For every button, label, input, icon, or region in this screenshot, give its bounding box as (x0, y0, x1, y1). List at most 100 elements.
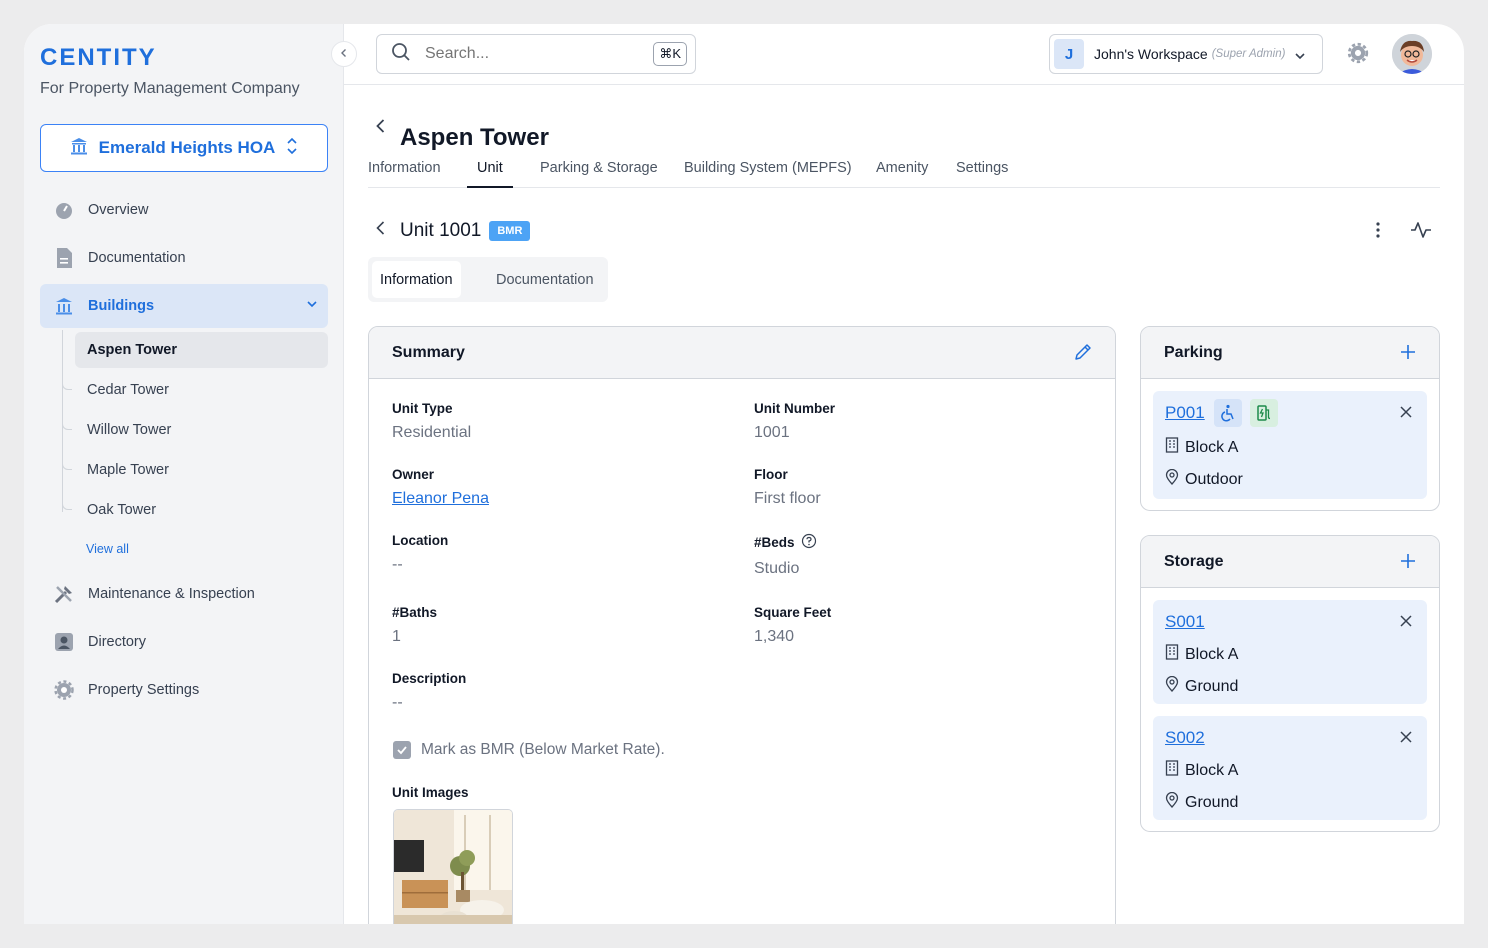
unit-title-text: Unit 1001 (400, 220, 482, 241)
nav-label: Buildings (88, 298, 155, 314)
help-icon[interactable] (801, 533, 817, 552)
owner-link[interactable]: Eleanor Pena (392, 490, 489, 508)
tab-settings[interactable]: Settings (956, 160, 1008, 188)
storage-header: Storage (1141, 536, 1439, 588)
building-item-aspen[interactable]: Aspen Tower (75, 332, 328, 368)
nav-directory[interactable]: Directory (40, 620, 328, 664)
activity-icon[interactable] (1410, 220, 1432, 245)
nav-label: Documentation (88, 250, 186, 266)
field-value: -- (392, 694, 403, 711)
building-label: Willow Tower (87, 422, 172, 438)
property-selector[interactable]: Emerald Heights HOA (40, 124, 328, 172)
tree-hook (62, 460, 72, 470)
view-all-link[interactable]: View all (86, 542, 129, 556)
checkbox-checked[interactable] (393, 741, 411, 759)
edit-pencil-icon[interactable] (1073, 342, 1093, 367)
nav-documentation[interactable]: Documentation (40, 236, 328, 280)
close-icon[interactable] (1399, 614, 1413, 633)
field-value: Residential (392, 424, 472, 441)
gear-icon[interactable] (1347, 42, 1369, 69)
parking-card: Parking P001 Block A Outdoor (1140, 326, 1440, 511)
bmr-checkbox-row[interactable]: Mark as BMR (Below Market Rate). (393, 741, 665, 759)
field-square-feet: Square Feet 1,340 (754, 605, 831, 646)
plus-icon[interactable] (1399, 343, 1417, 366)
nav-label: Directory (88, 634, 147, 650)
accessible-icon (1214, 399, 1242, 427)
nav-overview[interactable]: Overview (40, 188, 328, 232)
workspace-selector[interactable]: J John's Workspace (Super Admin) (1049, 34, 1323, 74)
close-icon[interactable] (1399, 405, 1413, 424)
tab-information[interactable]: Information (368, 160, 441, 188)
tab-building-system[interactable]: Building System (MEPFS) (684, 160, 852, 188)
chevron-updown-icon (285, 136, 299, 161)
building-item-maple[interactable]: Maple Tower (62, 452, 328, 488)
nav-label: Property Settings (88, 682, 200, 698)
workspace-role: (Super Admin) (1211, 48, 1286, 60)
back-arrow-icon[interactable] (374, 118, 388, 139)
storage-location: Ground (1165, 675, 1238, 697)
search-input[interactable] (425, 45, 635, 63)
workspace-name: John's Workspace (1094, 46, 1208, 62)
storage-card: Storage S001 Block A Ground S002 Block A (1140, 535, 1440, 832)
bmr-badge: BMR (489, 221, 531, 241)
back-arrow-icon[interactable] (374, 220, 388, 241)
nav-maintenance[interactable]: Maintenance & Inspection (40, 572, 328, 616)
storage-block: Block A (1165, 760, 1238, 781)
location-text: Outdoor (1185, 470, 1243, 488)
nav-buildings[interactable]: Buildings (40, 284, 328, 328)
field-label: Owner (392, 467, 435, 482)
building-outline-icon (1165, 760, 1179, 781)
field-unit-number: Unit Number 1001 (754, 401, 835, 442)
plus-icon[interactable] (1399, 552, 1417, 575)
tab-unit[interactable]: Unit (467, 160, 513, 188)
summary-title: Summary (392, 343, 465, 361)
subtab-information[interactable]: Information (372, 261, 461, 298)
search-box[interactable]: ⌘K (376, 34, 696, 74)
field-label: #Baths (392, 605, 438, 620)
building-item-cedar[interactable]: Cedar Tower (62, 372, 328, 408)
subtab-documentation[interactable]: Documentation (488, 261, 602, 298)
avatar[interactable] (1392, 34, 1432, 74)
building-outline-icon (1165, 437, 1179, 458)
chevron-left-icon (339, 45, 349, 63)
field-value: Studio (754, 560, 800, 577)
ev-charging-icon (1250, 399, 1278, 427)
field-unit-images: Unit Images (392, 785, 469, 800)
unit-title: Unit 1001 BMR (400, 220, 531, 242)
chevron-down-icon (306, 298, 318, 314)
storage-item: S001 Block A Ground (1153, 600, 1427, 704)
storage-code-link[interactable]: S001 (1165, 612, 1205, 632)
page-title: Aspen Tower (400, 124, 549, 151)
storage-title: Storage (1164, 552, 1224, 570)
tab-amenity[interactable]: Amenity (876, 160, 928, 188)
unit-subtabs: Information Documentation (368, 257, 608, 302)
tab-parking-storage[interactable]: Parking & Storage (540, 160, 658, 188)
field-label: Unit Images (392, 785, 469, 800)
field-label: Unit Type (392, 401, 453, 416)
gear-icon (52, 678, 76, 702)
field-label: Location (392, 533, 449, 548)
building-label: Cedar Tower (87, 382, 169, 398)
storage-block: Block A (1165, 644, 1238, 665)
block-text: Block A (1185, 645, 1239, 663)
contact-icon (52, 630, 76, 654)
unit-image-thumbnail[interactable] (393, 809, 513, 924)
shortcut-hint: ⌘K (653, 42, 687, 66)
more-vertical-icon[interactable] (1368, 220, 1388, 245)
search-icon (391, 42, 411, 67)
summary-card: Summary Unit Type Residential Unit Numbe… (368, 326, 1116, 924)
sidebar-collapse-button[interactable] (331, 41, 357, 67)
building-item-willow[interactable]: Willow Tower (62, 412, 328, 448)
brand-logo: CENTITY (40, 44, 157, 71)
tree-hook (62, 500, 72, 510)
nav-property-settings[interactable]: Property Settings (40, 668, 328, 712)
document-icon (52, 246, 76, 270)
parking-title: Parking (1164, 343, 1223, 361)
block-text: Block A (1185, 438, 1239, 456)
top-bar: ⌘K J John's Workspace (Super Admin) (344, 24, 1464, 85)
parking-code-link[interactable]: P001 (1165, 403, 1205, 423)
sidebar: CENTITY For Property Management Company … (24, 24, 344, 924)
close-icon[interactable] (1399, 730, 1413, 749)
storage-code-link[interactable]: S002 (1165, 728, 1205, 748)
building-item-oak[interactable]: Oak Tower (62, 492, 328, 528)
